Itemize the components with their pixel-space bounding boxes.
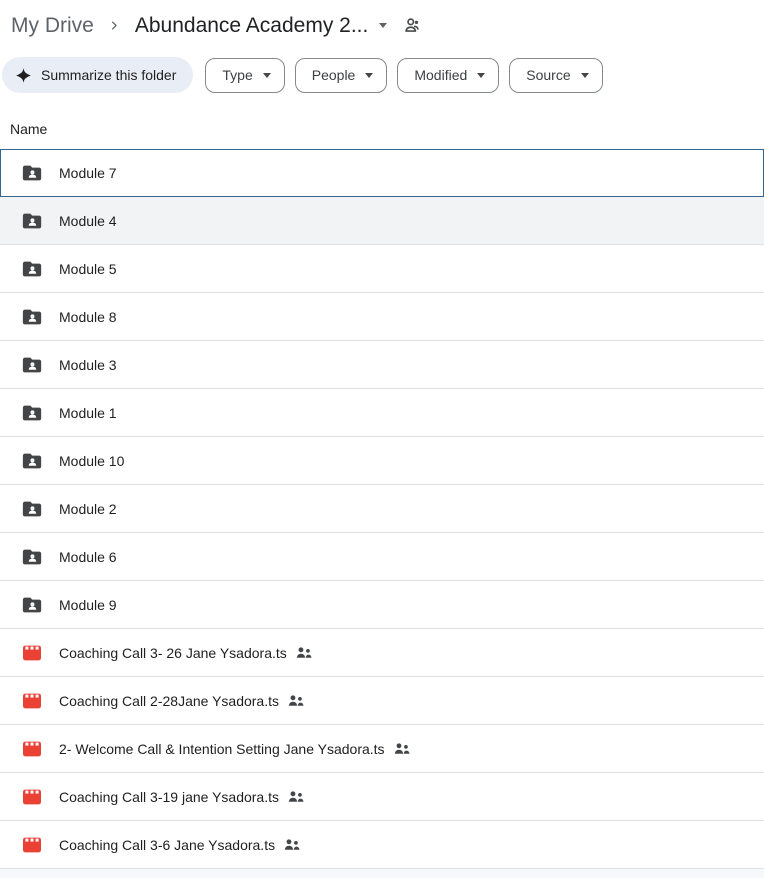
- shared-folder-icon: [20, 306, 44, 328]
- sparkle-icon: [15, 67, 32, 84]
- filter-chip-people[interactable]: People: [295, 58, 388, 93]
- chip-label: Modified: [414, 67, 467, 83]
- breadcrumb-current-folder[interactable]: Abundance Academy 2...: [135, 14, 388, 38]
- video-icon: [20, 739, 44, 759]
- row-label: 2- Welcome Call & Intention Setting Jane…: [59, 741, 385, 757]
- breadcrumb: My Drive Abundance Academy 2...: [0, 0, 764, 40]
- chip-label: Type: [222, 67, 252, 83]
- current-folder-title: Abundance Academy 2...: [135, 14, 369, 38]
- shared-people-icon: [284, 838, 301, 851]
- row-label: Coaching Call 3-19 jane Ysadora.ts: [59, 789, 279, 805]
- chip-label: Source: [526, 67, 570, 83]
- chevron-down-icon: [263, 73, 271, 78]
- row-label: Module 6: [59, 549, 117, 565]
- folder-row[interactable]: Module 6: [0, 533, 764, 581]
- chevron-down-icon: [365, 73, 373, 78]
- video-file-row[interactable]: Coaching Call 3-6 Jane Ysadora.ts: [0, 821, 764, 869]
- chevron-right-icon: [107, 18, 122, 33]
- filter-chip-type[interactable]: Type: [205, 58, 284, 93]
- breadcrumb-my-drive[interactable]: My Drive: [11, 14, 94, 38]
- row-label: Module 7: [59, 165, 117, 181]
- video-file-row[interactable]: Coaching Call 3-19 jane Ysadora.ts: [0, 773, 764, 821]
- shared-folder-icon: [20, 210, 44, 232]
- toolbar: Summarize this folder Type People Modifi…: [2, 57, 764, 93]
- shared-people-icon: [296, 646, 313, 659]
- folder-row[interactable]: Module 3: [0, 341, 764, 389]
- chip-label: People: [312, 67, 356, 83]
- chevron-down-icon: [477, 73, 485, 78]
- folder-row[interactable]: Module 1: [0, 389, 764, 437]
- video-file-row[interactable]: Coaching Call 3- 26 Jane Ysadora.ts: [0, 629, 764, 677]
- summarize-label: Summarize this folder: [41, 67, 176, 83]
- shared-people-icon: [288, 790, 305, 803]
- filter-chip-modified[interactable]: Modified: [397, 58, 499, 93]
- row-label: Module 10: [59, 453, 124, 469]
- video-icon: [20, 835, 44, 855]
- row-label: Coaching Call 2-28Jane Ysadora.ts: [59, 693, 279, 709]
- shared-folder-icon: [20, 162, 44, 184]
- shared-people-icon: [288, 694, 305, 707]
- folder-row[interactable]: Module 9: [0, 581, 764, 629]
- row-label: Module 2: [59, 501, 117, 517]
- folder-row[interactable]: Module 8: [0, 293, 764, 341]
- shared-folder-icon: [20, 498, 44, 520]
- shared-folder-icon: [20, 546, 44, 568]
- row-label: Module 5: [59, 261, 117, 277]
- filter-chip-source[interactable]: Source: [509, 58, 602, 93]
- chevron-down-icon: [581, 73, 589, 78]
- folder-row[interactable]: Module 5: [0, 245, 764, 293]
- video-icon: [20, 691, 44, 711]
- folder-row[interactable]: Module 10: [0, 437, 764, 485]
- bottom-strip: [0, 869, 764, 878]
- shared-folder-icon: [20, 450, 44, 472]
- column-header-name[interactable]: Name: [0, 93, 47, 149]
- file-list: Module 7 Module 4 Module 5: [0, 149, 764, 869]
- row-label: Module 1: [59, 405, 117, 421]
- video-icon: [20, 787, 44, 807]
- shared-people-icon: [394, 742, 411, 755]
- row-label: Coaching Call 3-6 Jane Ysadora.ts: [59, 837, 275, 853]
- shared-folder-icon: [20, 258, 44, 280]
- row-label: Module 4: [59, 213, 117, 229]
- row-label: Module 9: [59, 597, 117, 613]
- row-label: Module 8: [59, 309, 117, 325]
- video-icon: [20, 643, 44, 663]
- shared-folder-icon: [20, 354, 44, 376]
- folder-row[interactable]: Module 7: [0, 149, 764, 197]
- shared-folder-icon: [20, 402, 44, 424]
- video-file-row[interactable]: Coaching Call 2-28Jane Ysadora.ts: [0, 677, 764, 725]
- folder-row[interactable]: Module 2: [0, 485, 764, 533]
- row-label: Module 3: [59, 357, 117, 373]
- summarize-folder-button[interactable]: Summarize this folder: [2, 57, 193, 93]
- folder-shared-people-icon[interactable]: [402, 15, 423, 36]
- video-file-row[interactable]: 2- Welcome Call & Intention Setting Jane…: [0, 725, 764, 773]
- row-label: Coaching Call 3- 26 Jane Ysadora.ts: [59, 645, 287, 661]
- chevron-down-icon: [379, 23, 387, 28]
- folder-row[interactable]: Module 4: [0, 197, 764, 245]
- shared-folder-icon: [20, 594, 44, 616]
